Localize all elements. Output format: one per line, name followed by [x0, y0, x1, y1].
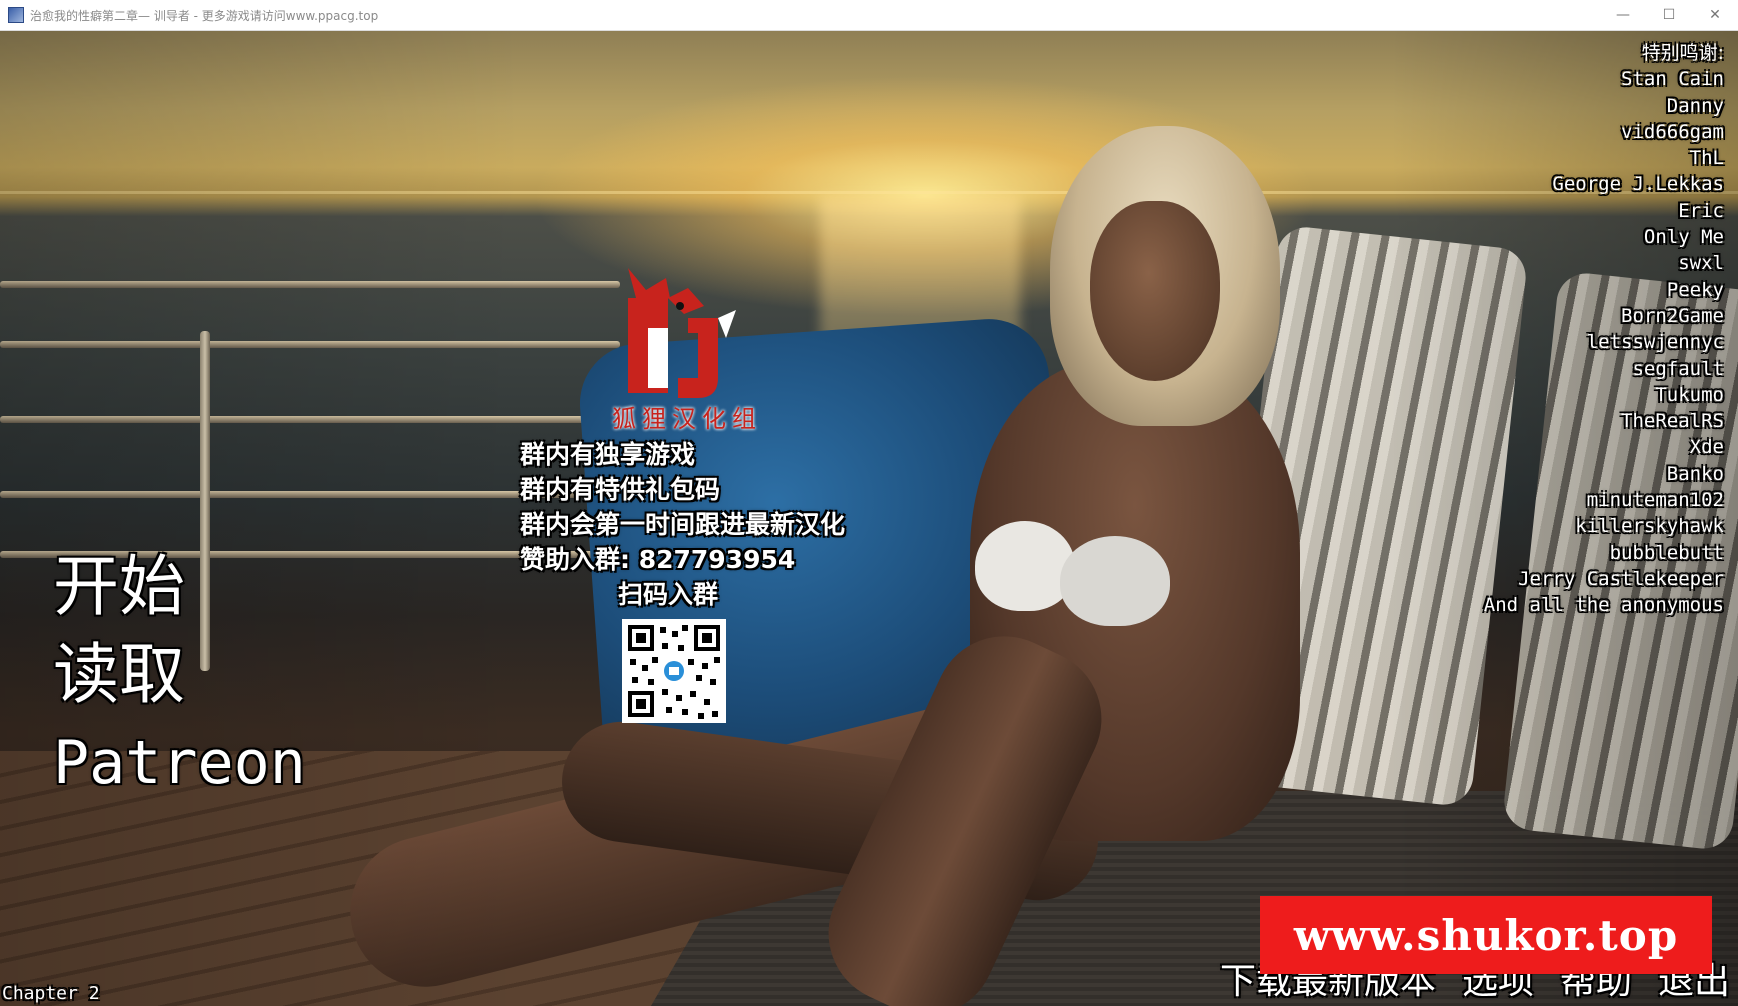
maximize-button[interactable]: ☐	[1646, 0, 1692, 30]
game-main-menu-screen	[0, 31, 1738, 1006]
watermark-banner: www.shukor.top	[1260, 896, 1712, 974]
credits-heading: 特别鸣谢:	[1641, 42, 1724, 64]
window-controls: — ☐ ✕	[1600, 0, 1738, 30]
qr-code-icon	[622, 619, 726, 723]
credit-name: vid666gam	[1621, 120, 1724, 143]
version-label: Chapter 2	[2, 983, 100, 1004]
window-title: 治愈我的性癖第二章— 训导者 - 更多游戏请访问www.ppacg.top	[30, 8, 379, 23]
credit-name: Only Me	[1643, 226, 1724, 249]
main-menu: 开始 读取 Patreon	[53, 543, 306, 807]
credit-name: George J.Lekkas	[1552, 173, 1724, 196]
vignette	[0, 31, 1738, 1006]
credit-name: And all the anonymous	[1483, 594, 1724, 617]
credit-name: killerskyhawk	[1575, 515, 1724, 538]
credit-name: Stan Cain	[1621, 68, 1724, 91]
close-button[interactable]: ✕	[1692, 0, 1738, 30]
credit-name: letsswjennyc	[1586, 331, 1724, 354]
load-button[interactable]: 读取	[53, 631, 306, 719]
promo-line: 群内有特供礼包码	[520, 475, 721, 504]
minimize-button[interactable]: —	[1600, 0, 1646, 30]
promo-line: 群内有独享游戏	[520, 440, 696, 469]
promo-line: 扫码入群	[618, 580, 719, 609]
patreon-button[interactable]: Patreon	[53, 719, 306, 807]
credit-name: Tukumo	[1655, 383, 1724, 406]
app-icon	[8, 7, 24, 23]
credit-name: Born2Game	[1621, 304, 1724, 327]
credit-name: Danny	[1666, 94, 1724, 117]
window-titlebar[interactable]: 治愈我的性癖第二章— 训导者 - 更多游戏请访问www.ppacg.top — …	[0, 0, 1738, 31]
credit-name: swxl	[1678, 252, 1724, 275]
start-button[interactable]: 开始	[53, 543, 306, 631]
promo-line: 赞助入群: 827793954	[520, 545, 796, 574]
credit-name: TheRealRS	[1621, 410, 1724, 433]
credit-name: Xde	[1689, 436, 1724, 459]
credit-name: ThL	[1689, 147, 1724, 170]
credit-name: Banko	[1666, 462, 1724, 485]
promo-text-block: 群内有独享游戏 群内有特供礼包码 群内会第一时间跟进最新汉化 赞助入群: 827…	[520, 437, 845, 612]
credit-name: bubblebutt	[1609, 541, 1724, 564]
credit-name: Jerry Castlekeeper	[1518, 567, 1724, 590]
promo-line: 群内会第一时间跟进最新汉化	[520, 510, 846, 539]
credits-list: 特别鸣谢: Stan Cain Danny vid666gam ThL Geor…	[1484, 40, 1724, 619]
logo-text: 狐狸汉化组	[612, 405, 762, 433]
credit-name: segfault	[1632, 357, 1724, 380]
credit-name: Peeky	[1666, 278, 1724, 301]
credit-name: minuteman102	[1586, 489, 1724, 512]
credit-name: Eric	[1678, 199, 1724, 222]
